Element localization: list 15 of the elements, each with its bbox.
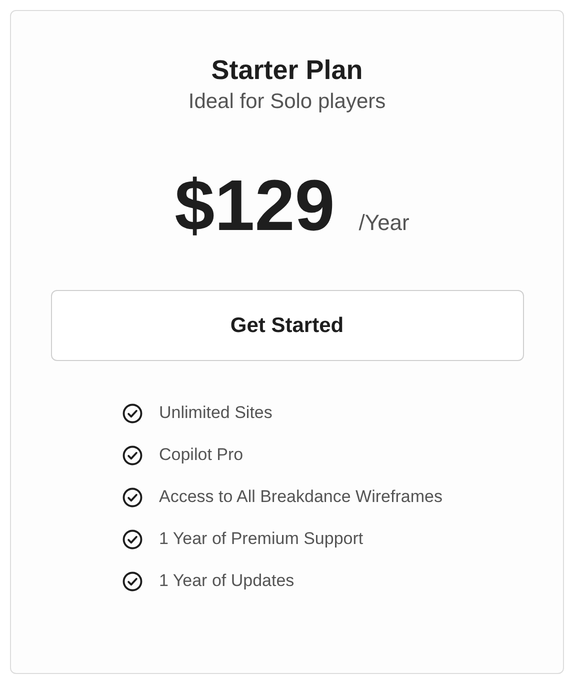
- plan-title: Starter Plan: [211, 54, 363, 86]
- plan-subtitle: Ideal for Solo players: [188, 90, 386, 114]
- feature-text: 1 Year of Premium Support: [159, 528, 364, 550]
- check-circle-icon: [122, 528, 143, 550]
- feature-text: Access to All Breakdance Wireframes: [159, 486, 442, 508]
- price-period: /Year: [358, 209, 410, 237]
- check-circle-icon: [122, 444, 143, 466]
- price: $129: [174, 166, 335, 246]
- check-circle-icon: [122, 570, 143, 592]
- get-started-button[interactable]: Get Started: [50, 290, 524, 361]
- check-circle-icon: [122, 402, 143, 424]
- feature-text: Copilot Pro: [159, 444, 244, 466]
- feature-text: 1 Year of Updates: [159, 570, 294, 592]
- feature-text: Unlimited Sites: [159, 402, 272, 424]
- check-circle-icon: [122, 486, 143, 508]
